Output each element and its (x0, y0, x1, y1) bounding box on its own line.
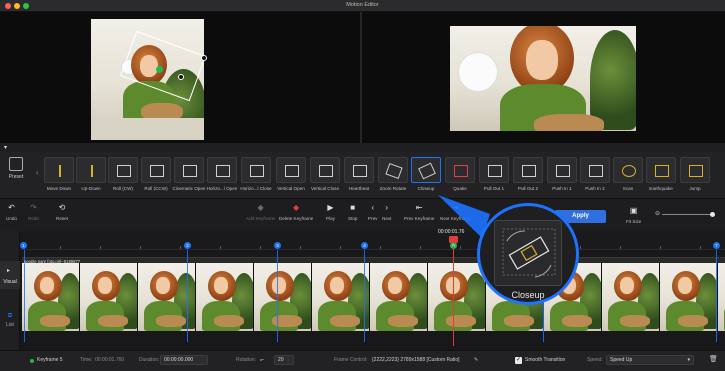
rotation-input[interactable]: 20 (274, 355, 294, 365)
rotation-slider-icon[interactable]: ⟜ (260, 357, 264, 363)
frame-control-edit-icon[interactable]: ✎ (474, 357, 478, 363)
closeup-magnifier: Closeup (477, 203, 579, 305)
smooth-transition-checkbox[interactable]: ✓ (515, 357, 522, 364)
keyframe-status-dot (30, 359, 34, 363)
trash-icon[interactable]: 🗑 (709, 355, 718, 363)
speed-label: Speed: (587, 357, 603, 363)
clip-name: people pare foto.girl--9199877 (24, 259, 81, 264)
time-value: 00:00:01.760 (95, 357, 125, 363)
smooth-transition-label: Smooth Transition (525, 357, 566, 363)
chevron-down-icon: ▾ (687, 357, 690, 363)
time-label: Time: (80, 357, 93, 363)
properties-bar: Keyframe 5 Time: 00:00:01.760 Duration: … (0, 350, 725, 371)
speed-select[interactable]: Speed Up ▾ (606, 355, 694, 365)
rotation-label: Rotation: (236, 357, 257, 363)
closeup-label: Closeup (511, 290, 545, 300)
frame-control-label: Frame Control: (334, 357, 368, 363)
closeup-preview-thumb (494, 220, 562, 286)
callout-pointer (438, 195, 490, 238)
duration-input[interactable]: 00:00:00.000 (160, 355, 208, 365)
closeup-large-icon (502, 228, 556, 278)
duration-label: Duration: (139, 357, 160, 363)
frame-control-value: {2222,2223} 2789x1588 [Custom Ratio] (372, 357, 460, 363)
keyframe-label: Keyframe 5 (37, 357, 63, 363)
